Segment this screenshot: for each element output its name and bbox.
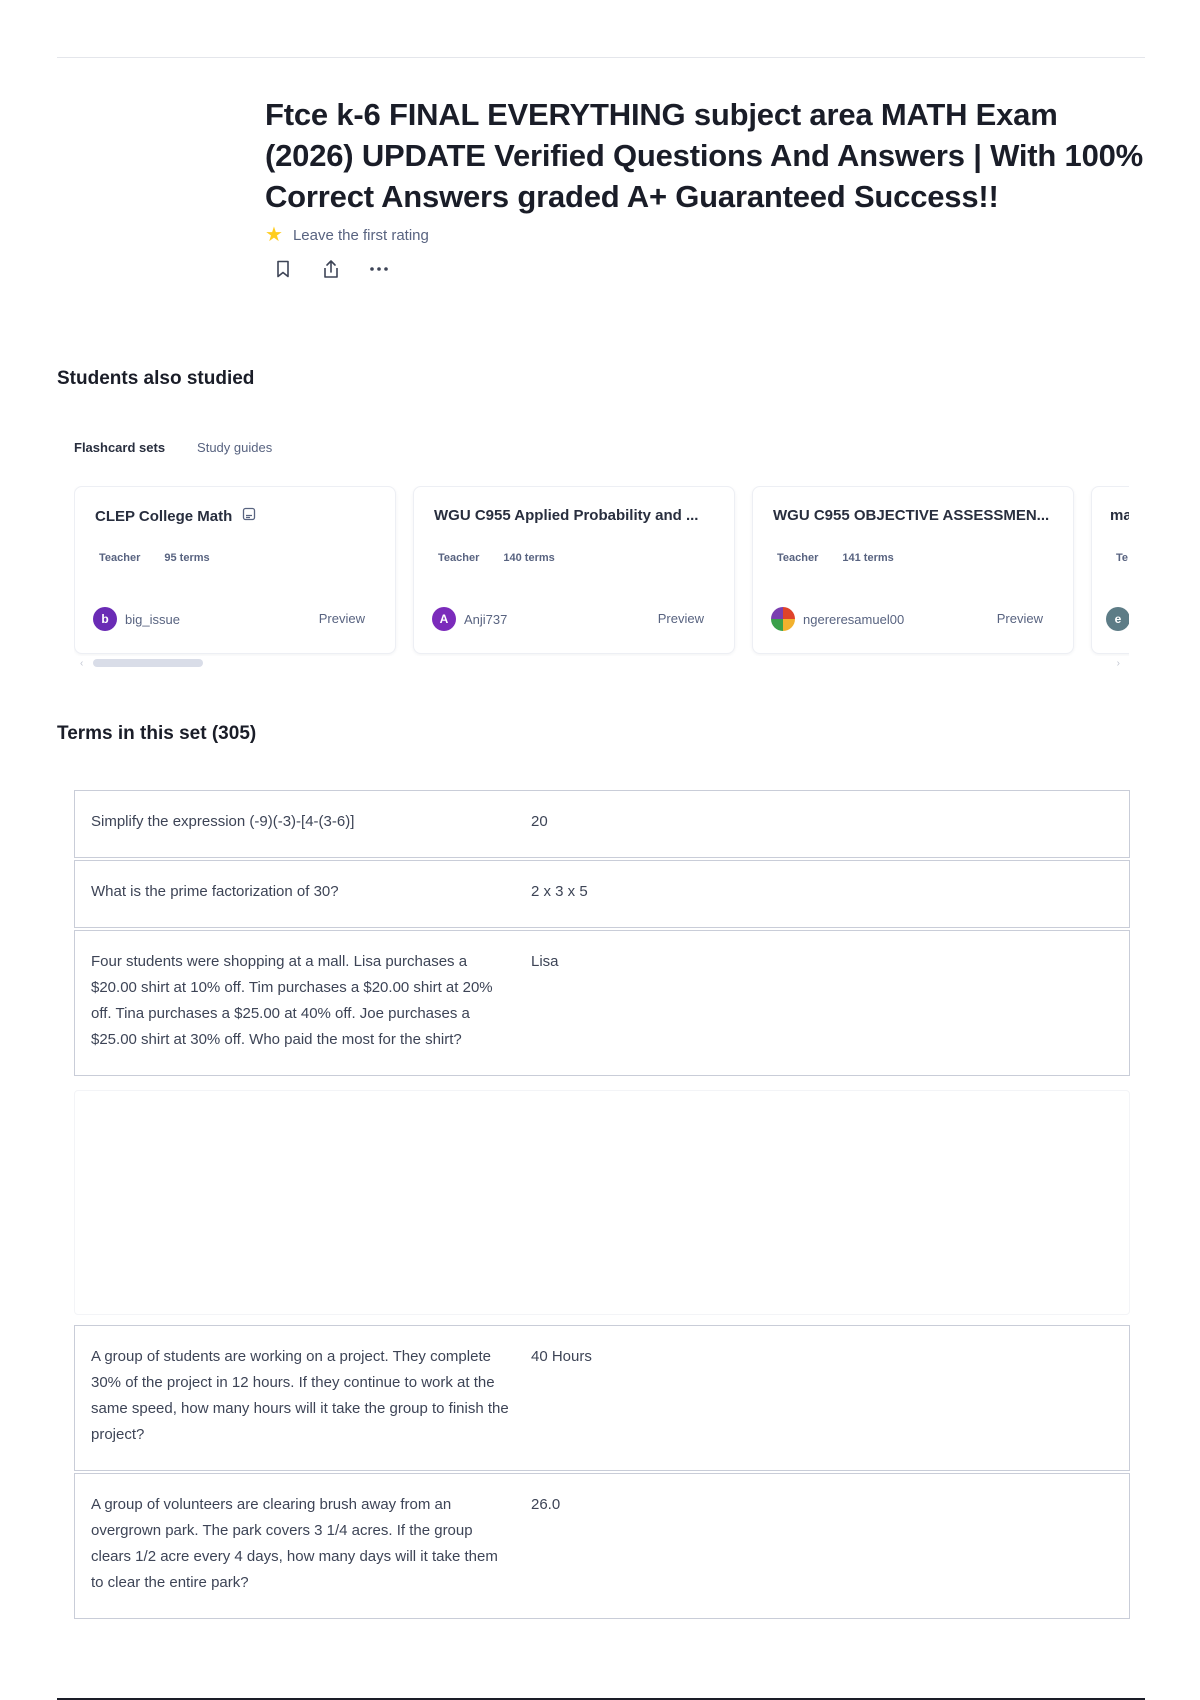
term-row[interactable]: What is the prime factorization of 30? 2… (74, 860, 1130, 928)
card-title: ma (1110, 507, 1129, 524)
rating-label[interactable]: Leave the first rating (293, 227, 429, 244)
more-icon[interactable] (368, 258, 390, 280)
term-answer: 40 Hours (531, 1348, 592, 1365)
term-question: Simplify the expression (-9)(-3)-[4-(3-6… (91, 813, 355, 830)
scrollbar-thumb[interactable] (93, 659, 203, 667)
also-studied-tabs: Flashcard sets Study guides (74, 440, 272, 455)
card-author: A Anji737 (432, 607, 507, 631)
card-author: e (1106, 607, 1129, 631)
study-guide-icon (242, 507, 256, 525)
author-name[interactable]: Anji737 (464, 612, 507, 627)
term-answer: 26.0 (531, 1496, 561, 1513)
author-name[interactable]: big_issue (125, 612, 180, 627)
card-term-count: 140 terms (503, 552, 555, 564)
preview-button[interactable]: Preview (658, 611, 704, 626)
tab-flashcard-sets[interactable]: Flashcard sets (74, 440, 165, 455)
carousel-scrollbar[interactable]: ‹ › (80, 658, 1120, 669)
term-question: What is the prime factorization of 30? (91, 883, 339, 900)
avatar: e (1106, 607, 1129, 631)
top-divider (57, 57, 1145, 58)
chevron-right-icon[interactable]: › (1117, 658, 1120, 669)
avatar (771, 607, 795, 631)
card-term-count: 95 terms (164, 552, 210, 564)
terms-list: Simplify the expression (-9)(-3)-[4-(3-6… (74, 790, 1130, 1621)
term-question: Four students were shopping at a mall. L… (91, 953, 493, 1048)
card-title: CLEP College Math (95, 507, 385, 525)
term-question: A group of students are working on a pro… (91, 1348, 509, 1443)
students-also-studied-heading: Students also studied (57, 368, 255, 389)
preview-button[interactable]: Preview (319, 611, 365, 626)
study-card[interactable]: WGU C955 Applied Probability and ... Tea… (413, 486, 735, 654)
avatar: b (93, 607, 117, 631)
study-card[interactable]: WGU C955 OBJECTIVE ASSESSMEN... Teacher … (752, 486, 1074, 654)
rating-row[interactable]: ★ Leave the first rating (265, 225, 429, 245)
studied-carousel: CLEP College Math Teacher 95 terms b big… (74, 486, 1129, 656)
study-card[interactable]: ma Te e (1091, 486, 1129, 654)
share-icon[interactable] (320, 258, 342, 280)
term-answer: 2 x 3 x 5 (531, 883, 588, 900)
term-answer: 20 (531, 813, 548, 830)
term-answer: Lisa (531, 953, 559, 970)
chevron-left-icon[interactable]: ‹ (80, 658, 83, 669)
ad-placeholder (74, 1090, 1130, 1315)
bookmark-icon[interactable] (272, 258, 294, 280)
preview-button[interactable]: Preview (997, 611, 1043, 626)
term-question: A group of volunteers are clearing brush… (91, 1496, 498, 1591)
page-title: Ftce k-6 FINAL EVERYTHING subject area M… (265, 97, 1144, 214)
card-role: Teacher (777, 552, 819, 564)
term-row[interactable]: A group of volunteers are clearing brush… (74, 1473, 1130, 1619)
tab-study-guides[interactable]: Study guides (197, 440, 272, 455)
set-actions (272, 258, 390, 280)
star-icon: ★ (265, 224, 283, 246)
card-meta: Teacher 140 terms (438, 552, 555, 564)
term-row[interactable]: Four students were shopping at a mall. L… (74, 930, 1130, 1076)
card-role: Teacher (438, 552, 480, 564)
avatar: A (432, 607, 456, 631)
terms-heading: Terms in this set (305) (57, 723, 257, 744)
card-role: Te (1116, 552, 1129, 564)
author-name[interactable]: ngereresamuel00 (803, 612, 904, 627)
term-row[interactable]: Simplify the expression (-9)(-3)-[4-(3-6… (74, 790, 1130, 858)
card-meta: Te (1116, 552, 1128, 564)
term-row[interactable]: A group of students are working on a pro… (74, 1325, 1130, 1471)
study-card[interactable]: CLEP College Math Teacher 95 terms b big… (74, 486, 396, 654)
card-term-count: 141 terms (842, 552, 894, 564)
card-author: b big_issue (93, 607, 180, 631)
card-role: Teacher (99, 552, 141, 564)
card-meta: Teacher 95 terms (99, 552, 210, 564)
card-meta: Teacher 141 terms (777, 552, 894, 564)
card-author: ngereresamuel00 (771, 607, 904, 631)
card-title: WGU C955 OBJECTIVE ASSESSMEN... (773, 507, 1050, 524)
card-title: WGU C955 Applied Probability and ... (434, 507, 699, 524)
